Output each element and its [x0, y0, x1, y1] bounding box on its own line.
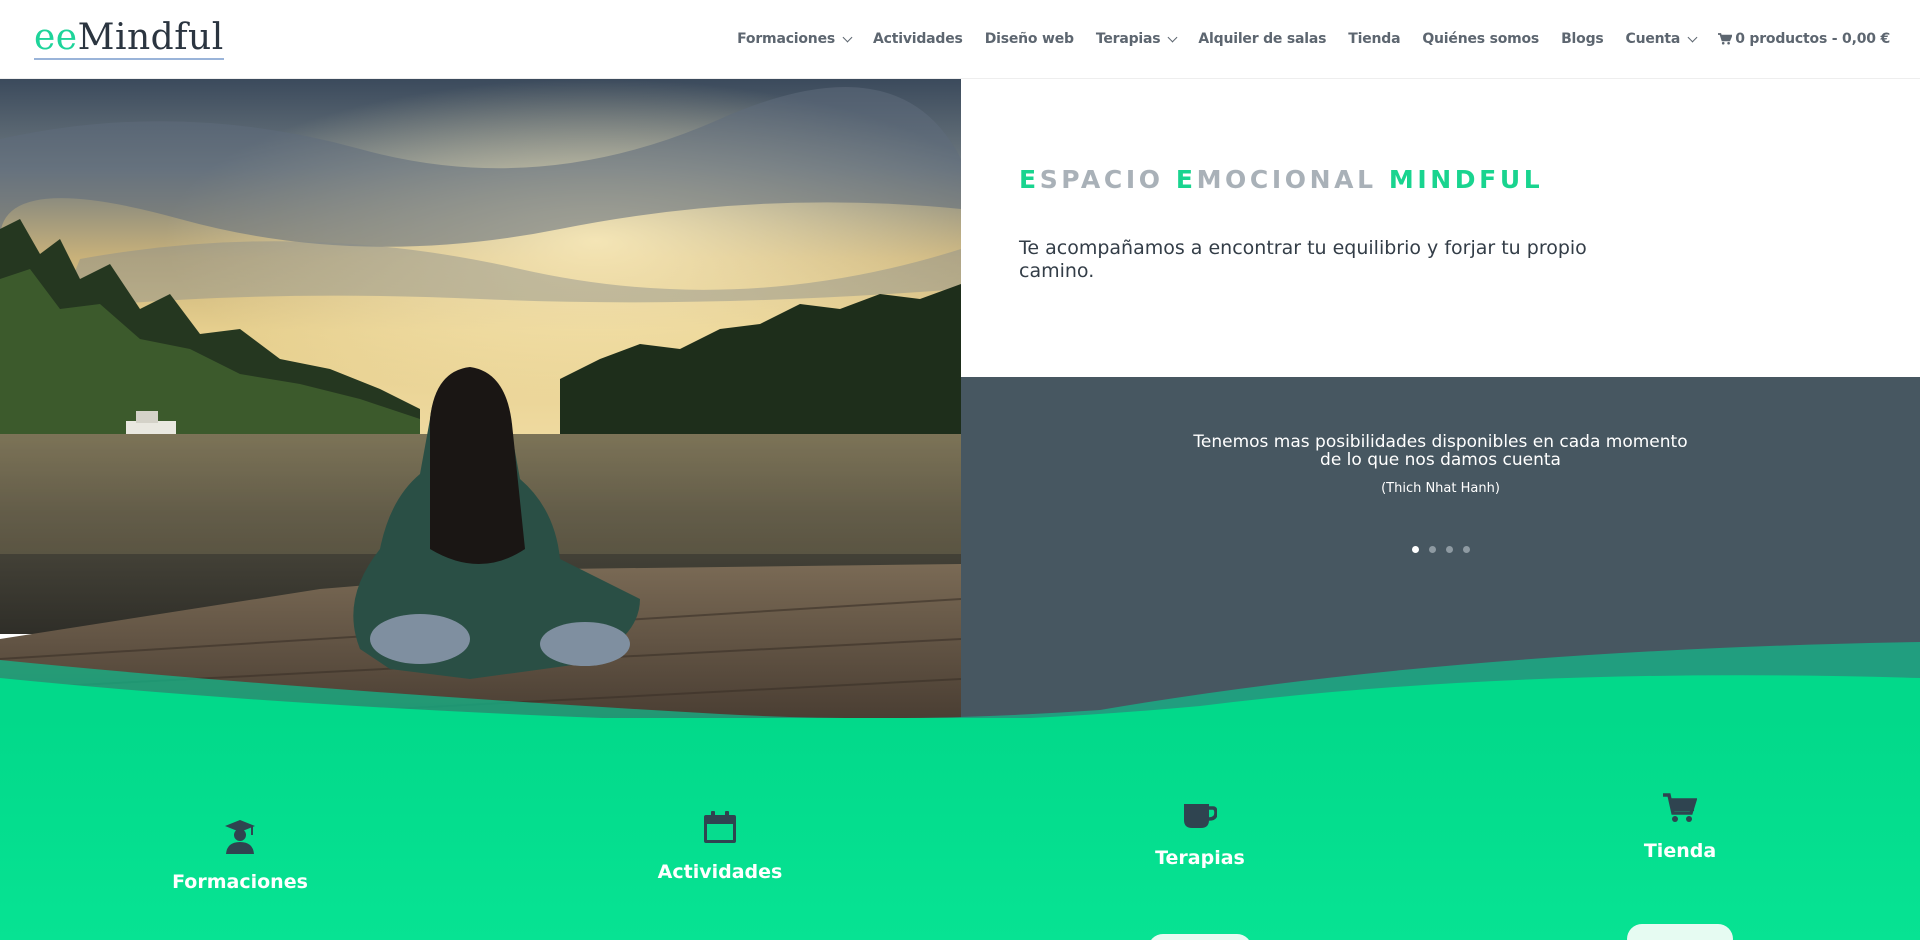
nav-item-formaciones[interactable]: Formaciones	[737, 31, 853, 47]
nav-item-alquiler-de-salas[interactable]: Alquiler de salas	[1198, 31, 1326, 47]
quote-line: de lo que nos damos cuenta	[1320, 450, 1561, 470]
hero-intro: ESPACIO EMOCIONAL MINDFUL Te acompañamos…	[961, 79, 1920, 377]
site-logo[interactable]: eeMindful	[34, 18, 224, 60]
slider-dot-1[interactable]	[1411, 546, 1419, 553]
chevron-down-icon	[1687, 32, 1698, 42]
nav-item-cuenta[interactable]: Cuenta	[1625, 31, 1698, 47]
coffee-cup-icon	[960, 802, 1440, 835]
nav-item-tienda[interactable]: Tienda	[1348, 31, 1400, 47]
site-header: eeMindful Formaciones Actividades Diseño…	[0, 0, 1920, 79]
feature-formaciones[interactable]: Formaciones	[0, 820, 480, 893]
tagline-word: SPACIO	[1039, 165, 1176, 194]
tienda-button[interactable]	[1627, 924, 1733, 940]
cart-summary: 0 productos - 0,00 €	[1735, 31, 1890, 47]
feature-title: Tienda	[1643, 840, 1717, 862]
tagline-word: MINDFUL	[1388, 165, 1544, 194]
nav-label: Cuenta	[1625, 31, 1681, 47]
nav-label: Diseño web	[984, 31, 1074, 47]
logo-name: Mindful	[77, 17, 224, 58]
terapias-button[interactable]	[1148, 934, 1252, 940]
hero-photo	[0, 79, 961, 719]
nav-label: Terapias	[1095, 31, 1161, 47]
slider-dot-3[interactable]	[1445, 546, 1453, 553]
cart-icon	[1718, 33, 1733, 45]
feature-title: Terapias	[1155, 847, 1245, 869]
slider-dot-2[interactable]	[1428, 546, 1436, 553]
nav-label: Blogs	[1561, 31, 1604, 47]
nav-cart-link[interactable]: 0 productos - 0,00 €	[1718, 31, 1890, 47]
nav-item-blogs[interactable]: Blogs	[1561, 31, 1604, 47]
nav-item-terapias[interactable]: Terapias	[1095, 31, 1178, 47]
wave-divider	[0, 642, 1920, 730]
feature-actividades[interactable]: Actividades	[480, 810, 960, 883]
nav-item-actividades[interactable]: Actividades	[873, 31, 963, 47]
chevron-down-icon	[842, 32, 853, 42]
graduate-icon	[0, 820, 480, 859]
slider-dots	[961, 546, 1920, 553]
nav-label: Formaciones	[737, 31, 836, 47]
nav-label: Actividades	[873, 31, 963, 47]
nav-label: Tienda	[1348, 31, 1401, 47]
quote-author: (Thich Nhat Hanh)	[1381, 481, 1500, 496]
chevron-down-icon	[1167, 32, 1178, 42]
tagline-word: MOCIONAL	[1196, 165, 1389, 194]
features-band: Formaciones Actividades Terapias Tienda	[0, 718, 1920, 940]
feature-title: Formaciones	[172, 871, 308, 893]
quote-line: Tenemos mas posibilidades disponibles en…	[1193, 432, 1688, 452]
hero-subtitle: Te acompañamos a encontrar tu equilibrio…	[1019, 237, 1587, 282]
tagline-letter: E	[1019, 165, 1040, 194]
logo-prefix: ee	[34, 17, 78, 58]
nav-item-diseno-web[interactable]: Diseño web	[985, 31, 1074, 47]
calendar-icon	[480, 810, 960, 849]
slider-dot-4[interactable]	[1462, 546, 1470, 553]
nav-label: Alquiler de salas	[1198, 31, 1327, 47]
feature-tienda[interactable]: Tienda	[1440, 793, 1920, 862]
quote-text: Tenemos mas posibilidades disponibles en…	[961, 433, 1920, 469]
main-nav: Formaciones Actividades Diseño web Terap…	[715, 27, 1890, 51]
nav-item-quienes-somos[interactable]: Quiénes somos	[1422, 31, 1539, 47]
tagline-letter: E	[1175, 165, 1197, 194]
feature-title: Actividades	[657, 861, 783, 883]
hero-tagline: ESPACIO EMOCIONAL MINDFUL	[1019, 165, 1543, 194]
nav-label: Quiénes somos	[1422, 31, 1540, 47]
feature-terapias[interactable]: Terapias	[960, 802, 1440, 869]
cart-icon	[1440, 793, 1920, 828]
